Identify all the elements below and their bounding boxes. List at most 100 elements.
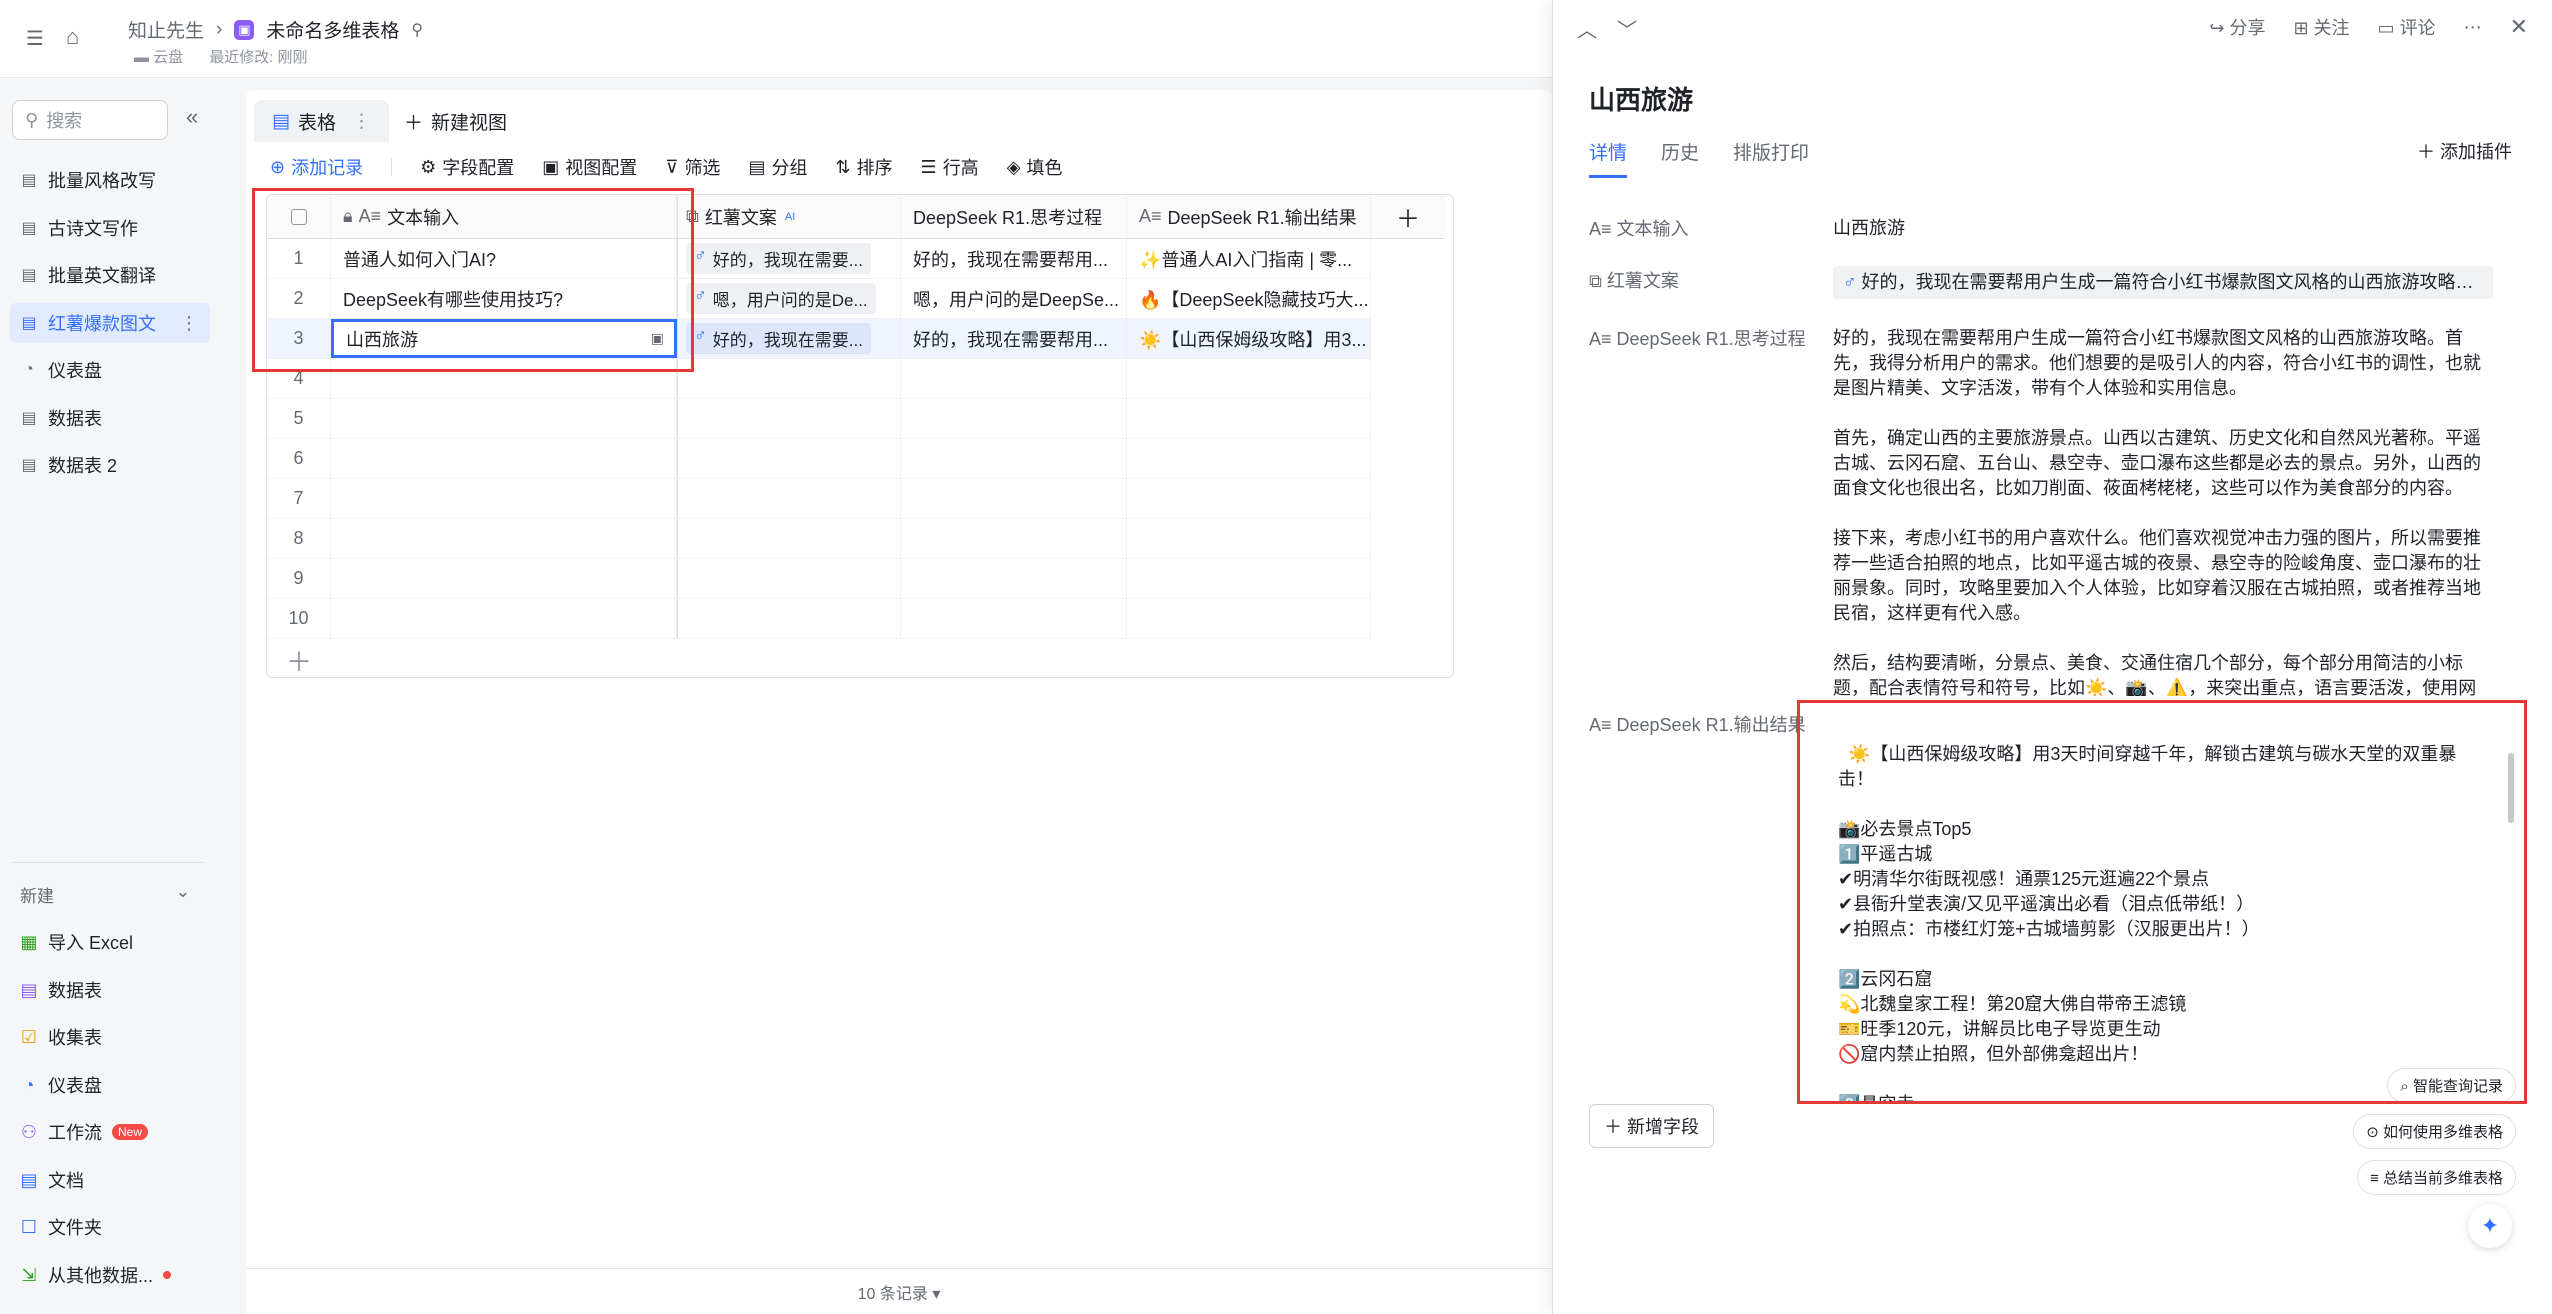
empty-cell[interactable] — [901, 479, 1127, 518]
tab-new-view[interactable]: ＋ 新建视图 — [386, 100, 525, 142]
row-height-button[interactable]: ☰ 行高 — [921, 154, 979, 180]
empty-cell[interactable] — [1127, 479, 1371, 518]
empty-cell[interactable] — [677, 599, 901, 638]
column-header-output[interactable]: A≡ DeepSeek R1.输出结果 — [1127, 195, 1371, 238]
sidebar-item-rewrite[interactable]: ▤ 批量风格改写 — [10, 160, 210, 200]
empty-cell[interactable] — [901, 519, 1127, 558]
empty-cell[interactable] — [677, 519, 901, 558]
empty-cell[interactable] — [901, 359, 1127, 398]
cell-output[interactable]: 🔥【DeepSeek隐藏技巧大... — [1127, 279, 1371, 318]
sidebar-item-dashboard[interactable]: ◔ 仪表盘 — [10, 350, 210, 390]
cell-think[interactable]: 好的，我现在需要帮用... — [901, 319, 1127, 358]
empty-cell[interactable] — [901, 559, 1127, 598]
cell-xhs[interactable]: ♂ 好的，我现在需要... — [677, 319, 901, 358]
empty-cell[interactable] — [1127, 359, 1371, 398]
sidebar-item-datatable[interactable]: ▤ 数据表 — [10, 398, 210, 438]
comment-button[interactable]: ▭ 评论 — [2378, 14, 2436, 40]
new-datatable[interactable]: ▤ 数据表 — [10, 970, 210, 1010]
field-value-output[interactable]: ☀️【山西保姆级攻略】用3天时间穿越千年，解锁古建筑与碳水天堂的双重暴击！ 📸必… — [1797, 700, 2527, 1104]
empty-cell[interactable] — [331, 599, 677, 638]
tab-detail[interactable]: 详情 — [1589, 138, 1628, 178]
ai-assistant-icon[interactable]: ✦ — [2468, 1204, 2512, 1248]
more-icon[interactable]: ⋮ — [352, 110, 371, 133]
record-count[interactable]: 10 条记录 ▾ — [858, 1280, 941, 1304]
empty-cell[interactable] — [677, 559, 901, 598]
cell-output[interactable]: ☀️【山西保姆级攻略】用3... — [1127, 319, 1371, 358]
empty-cell[interactable] — [901, 439, 1127, 478]
sidebar-item-poetry[interactable]: ▤ 古诗文写作 — [10, 208, 210, 248]
new-section-header[interactable]: 新建 ⌄ — [20, 882, 190, 907]
cell-xhs[interactable]: ♂ 好的，我现在需要... — [677, 239, 901, 278]
empty-cell[interactable] — [331, 519, 677, 558]
empty-cell[interactable] — [901, 599, 1127, 638]
new-form[interactable]: ☑ 收集表 — [10, 1017, 210, 1057]
field-value-think[interactable]: 好的，我现在需要帮用户生成一篇符合小红书爆款图文风格的山西旅游攻略。首先，我得分… — [1833, 326, 2493, 696]
cell-output[interactable]: ✨普通人AI入门指南 | 零... — [1127, 239, 1371, 278]
empty-cell[interactable] — [1127, 399, 1371, 438]
table-row[interactable]: 8 — [267, 519, 1371, 559]
empty-cell[interactable] — [677, 479, 901, 518]
breadcrumb-root[interactable]: 知止先生 — [128, 16, 204, 43]
how-to-use-button[interactable]: ⊙ 如何使用多维表格 — [2353, 1114, 2516, 1149]
new-workflow[interactable]: ⚇ 工作流 New — [10, 1112, 210, 1152]
more-icon[interactable]: ⋯ — [2464, 17, 2482, 38]
column-header-think[interactable]: DeepSeek R1.思考过程 — [901, 195, 1127, 238]
chevron-down-icon[interactable]: ﹀ — [1617, 14, 1637, 43]
empty-cell[interactable] — [677, 399, 901, 438]
empty-cell[interactable] — [901, 399, 1127, 438]
fill-color-button[interactable]: ◈ 填色 — [1007, 154, 1063, 180]
cell-xhs[interactable]: ♂ 嗯，用户问的是De... — [677, 279, 901, 318]
sidebar-item-xhs[interactable]: ▤ 红薯爆款图文 ⋮ — [10, 303, 210, 343]
table-row[interactable]: 6 — [267, 439, 1371, 479]
tab-table[interactable]: ▤ 表格 ⋮ — [254, 100, 389, 142]
filter-button[interactable]: ⊽ 筛选 — [665, 154, 720, 180]
field-config-button[interactable]: ⚙ 字段配置 — [420, 154, 514, 180]
table-row[interactable]: 9 — [267, 559, 1371, 599]
empty-cell[interactable] — [1127, 599, 1371, 638]
sort-button[interactable]: ⇅ 排序 — [835, 154, 892, 180]
empty-cell[interactable] — [331, 399, 677, 438]
field-value-xhs[interactable]: ♂ 好的，我现在需要帮用户生成一篇符合小红书爆款图文风格的山西旅游攻略。... — [1833, 266, 2493, 306]
close-icon[interactable]: ✕ — [2510, 14, 2528, 40]
sidebar-item-datatable-2[interactable]: ▤ 数据表 2 — [10, 445, 210, 485]
new-import-excel[interactable]: ▦ 导入 Excel — [10, 922, 210, 962]
more-icon[interactable]: ⋮ — [180, 313, 198, 334]
view-config-button[interactable]: ▣ 视图配置 — [542, 154, 637, 180]
field-value-text-input[interactable]: 山西旅游 — [1833, 216, 2493, 241]
table-row[interactable]: 10 — [267, 599, 1371, 639]
tab-print-layout[interactable]: 排版打印 — [1733, 138, 1809, 178]
new-doc[interactable]: ▤ 文档 — [10, 1160, 210, 1200]
empty-cell[interactable] — [1127, 519, 1371, 558]
sidebar-toggle-icon[interactable]: ☰ — [26, 26, 44, 51]
new-folder[interactable]: ☐ 文件夹 — [10, 1207, 210, 1247]
add-field-button[interactable]: ＋ 新增字段 — [1589, 1104, 1715, 1148]
empty-cell[interactable] — [677, 359, 901, 398]
cell-think[interactable]: 好的，我现在需要帮用... — [901, 239, 1127, 278]
empty-cell[interactable] — [677, 439, 901, 478]
share-button[interactable]: ↪ 分享 — [2209, 14, 2265, 40]
follow-button[interactable]: ⊞ 关注 — [2293, 14, 2349, 40]
table-row[interactable]: 5 — [267, 399, 1371, 439]
group-button[interactable]: ▤ 分组 — [748, 154, 807, 180]
empty-cell[interactable] — [331, 559, 677, 598]
sidebar-item-translate[interactable]: ▤ 批量英文翻译 — [10, 255, 210, 295]
summarize-button[interactable]: ≡ 总结当前多维表格 — [2357, 1160, 2516, 1195]
add-column-button[interactable]: ＋ — [1371, 195, 1445, 238]
table-row[interactable]: 7 — [267, 479, 1371, 519]
add-row-button[interactable]: ＋ — [286, 642, 312, 679]
collapse-sidebar-icon[interactable]: « — [186, 104, 198, 130]
empty-cell[interactable] — [331, 479, 677, 518]
tab-history[interactable]: 历史 — [1661, 138, 1699, 178]
pin-icon[interactable]: ⚲ — [411, 20, 423, 40]
empty-cell[interactable] — [1127, 559, 1371, 598]
empty-cell[interactable] — [1127, 439, 1371, 478]
doc-title[interactable]: 未命名多维表格 — [266, 16, 399, 43]
column-header-xhs[interactable]: ⧉ 红薯文案 AI — [677, 195, 901, 238]
add-plugin-button[interactable]: ＋ 添加插件 — [2417, 138, 2512, 164]
add-record-button[interactable]: ⊕ 添加记录 — [270, 154, 363, 180]
location-label[interactable]: ▬ 云盘 — [134, 46, 183, 67]
cell-think[interactable]: 嗯，用户问的是DeepSe... — [901, 279, 1127, 318]
search-input[interactable]: ⚲ 搜索 — [12, 100, 168, 140]
chevron-up-icon[interactable]: ︿ — [1577, 14, 1597, 43]
scrollbar[interactable] — [2508, 753, 2514, 823]
